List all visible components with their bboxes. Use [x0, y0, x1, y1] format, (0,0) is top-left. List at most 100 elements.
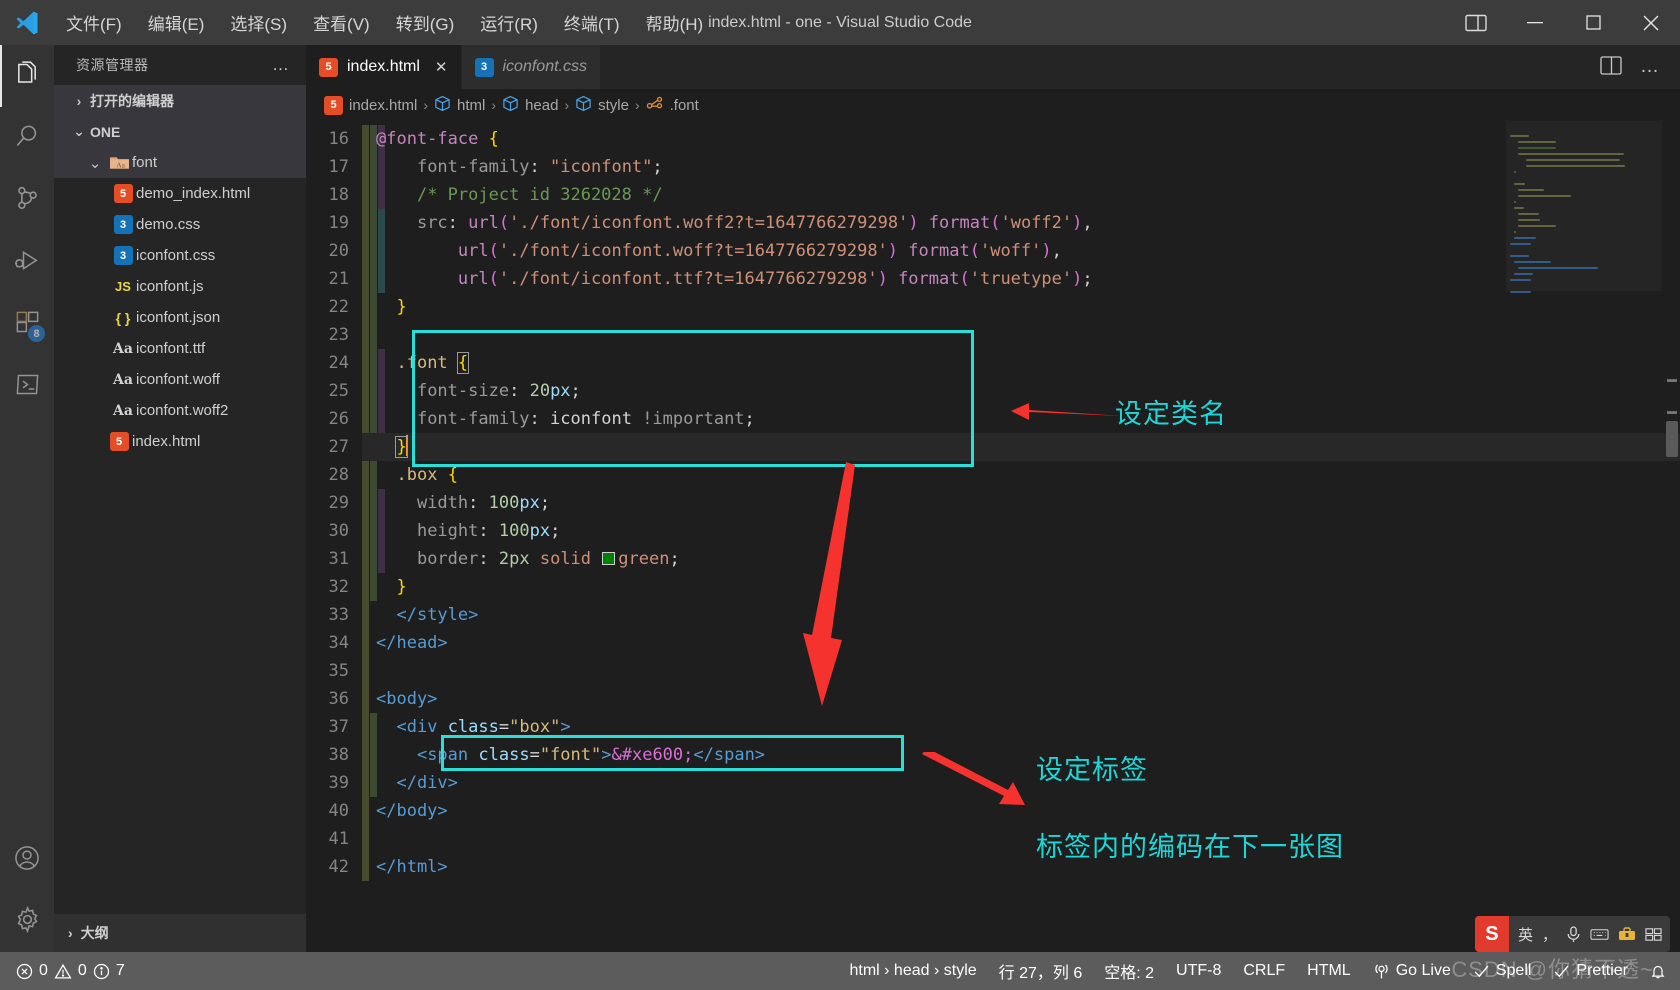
menu-bar[interactable]: 文件(F) 编辑(E) 选择(S) 查看(V) 转到(G) 运行(R) 终端(T…	[54, 5, 715, 40]
menu-terminal[interactable]: 终端(T)	[552, 5, 632, 40]
window-controls[interactable]	[1446, 0, 1680, 45]
sidebar-more-icon[interactable]: …	[272, 55, 298, 75]
close-icon[interactable]: ✕	[435, 58, 448, 76]
status-errors[interactable]: 0	[16, 962, 48, 980]
code-content[interactable]: @font-face { font-family: "iconfont"; /*…	[362, 121, 1680, 952]
more-actions-icon[interactable]: …	[1640, 56, 1660, 78]
code-line[interactable]: @font-face {	[362, 125, 1680, 153]
ime-toolbar[interactable]: S 英 ，	[1474, 916, 1670, 952]
code-line[interactable]: height: 100px;	[362, 517, 1680, 545]
split-editor-icon[interactable]	[1600, 56, 1622, 78]
tree-file-iconfont-json[interactable]: { } iconfont.json	[54, 302, 306, 333]
code-line[interactable]: font-family: iconfont !important;	[362, 405, 1680, 433]
activity-accounts[interactable]	[0, 828, 54, 890]
close-button[interactable]	[1622, 0, 1680, 45]
status-infos[interactable]: 7	[93, 962, 125, 980]
menu-selection[interactable]: 选择(S)	[218, 5, 299, 40]
code-line[interactable]: }	[362, 293, 1680, 321]
breadcrumb-item-head[interactable]: head	[502, 95, 558, 116]
code-line[interactable]: url('./font/iconfont.ttf?t=1647766279298…	[362, 265, 1680, 293]
maximize-button[interactable]	[1564, 0, 1622, 45]
status-spell[interactable]: Spell	[1473, 962, 1531, 980]
code-line[interactable]: <div class="box">	[362, 713, 1680, 741]
status-cursor-position[interactable]: 行 27，列 6	[999, 959, 1083, 983]
code-line[interactable]: border: 2px solid green;	[362, 545, 1680, 573]
breadcrumb-item-font-rule[interactable]: .font	[646, 95, 699, 115]
activity-search[interactable]	[0, 107, 54, 169]
code-line[interactable]: </head>	[362, 629, 1680, 657]
status-encoding[interactable]: UTF-8	[1176, 962, 1221, 980]
code-line[interactable]: width: 100px;	[362, 489, 1680, 517]
code-line[interactable]: </div>	[362, 769, 1680, 797]
ime-punctuation[interactable]: ，	[1542, 924, 1557, 945]
customize-layout-icon[interactable]	[1446, 0, 1506, 45]
ime-menu-icon[interactable]	[1645, 927, 1662, 942]
status-breadcrumb[interactable]: html › head › style	[849, 962, 976, 980]
menu-view[interactable]: 查看(V)	[301, 5, 382, 40]
code-line[interactable]	[362, 657, 1680, 685]
status-problems[interactable]: 0 0 7	[0, 962, 125, 980]
status-eol[interactable]: CRLF	[1243, 962, 1285, 980]
editor-tabs[interactable]: 5 index.html ✕ 3 iconfont.css …	[306, 45, 1680, 89]
code-line[interactable]: </style>	[362, 601, 1680, 629]
menu-file[interactable]: 文件(F)	[54, 5, 134, 40]
menu-edit[interactable]: 编辑(E)	[136, 5, 217, 40]
code-line[interactable]: .font {	[362, 349, 1680, 377]
code-line[interactable]: url('./font/iconfont.woff?t=164776627929…	[362, 237, 1680, 265]
menu-go[interactable]: 转到(G)	[384, 5, 467, 40]
ime-voice-icon[interactable]	[1566, 925, 1581, 943]
tree-file-iconfont-woff2[interactable]: Aa iconfont.woff2	[54, 395, 306, 426]
editor-scrollbar[interactable]	[1662, 121, 1680, 952]
code-line[interactable]: }	[362, 573, 1680, 601]
editor-actions[interactable]: …	[1600, 45, 1680, 89]
ime-mode[interactable]: 英	[1518, 924, 1533, 945]
code-editor[interactable]: 16 17 18 19 20 21 22 23 24 25 26 27 28 29 30 31 32 33 34 35…	[306, 121, 1680, 952]
tree-folder-font[interactable]: ⌄ Aa font	[54, 147, 306, 178]
activity-remote[interactable]	[0, 355, 54, 417]
tab-iconfont-css[interactable]: 3 iconfont.css	[461, 45, 601, 89]
status-warnings[interactable]: 0	[54, 962, 87, 980]
code-line[interactable]: <body>	[362, 685, 1680, 713]
menu-help[interactable]: 帮助(H)	[634, 5, 716, 40]
status-right[interactable]: html › head › style 行 27，列 6 空格: 2 UTF-8…	[849, 959, 1680, 983]
code-line[interactable]: </html>	[362, 853, 1680, 881]
code-line[interactable]: font-family: "iconfont";	[362, 153, 1680, 181]
activity-run-debug[interactable]	[0, 231, 54, 293]
tree-file-demo-index-html[interactable]: 5 demo_index.html	[54, 178, 306, 209]
activity-settings[interactable]	[0, 890, 54, 952]
activity-source-control[interactable]	[0, 169, 54, 231]
ime-keyboard-icon[interactable]	[1590, 927, 1609, 942]
tree-file-iconfont-ttf[interactable]: Aa iconfont.ttf	[54, 333, 306, 364]
outline-panel-header[interactable]: › 大纲	[54, 914, 306, 952]
minimize-button[interactable]	[1506, 0, 1564, 45]
menu-run[interactable]: 运行(R)	[468, 5, 550, 40]
tree-file-index-html[interactable]: 5 index.html	[54, 426, 306, 457]
tree-file-iconfont-woff[interactable]: Aa iconfont.woff	[54, 364, 306, 395]
tree-workspace-one[interactable]: ⌄ ONE	[54, 116, 306, 147]
code-line[interactable]: src: url('./font/iconfont.woff2?t=164776…	[362, 209, 1680, 237]
scrollbar-thumb[interactable]	[1666, 421, 1678, 457]
activity-bar[interactable]: 8	[0, 45, 54, 952]
breadcrumb[interactable]: 5 index.html › html › head › style › .fo…	[306, 89, 1680, 121]
status-prettier[interactable]: Prettier	[1553, 962, 1628, 980]
tree-file-iconfont-js[interactable]: JS iconfont.js	[54, 271, 306, 302]
code-line[interactable]: <span class="font">&#xe600;</span>	[362, 741, 1680, 769]
tree-file-iconfont-css[interactable]: 3 iconfont.css	[54, 240, 306, 271]
ime-toolbox-icon[interactable]	[1618, 926, 1636, 942]
breadcrumb-item-style[interactable]: style	[575, 95, 629, 116]
file-tree[interactable]: › 打开的编辑器 ⌄ ONE ⌄ Aa font 5 demo_index.ht…	[54, 85, 306, 914]
status-notifications[interactable]	[1650, 963, 1666, 980]
tab-index-html[interactable]: 5 index.html ✕	[306, 45, 462, 89]
breadcrumb-item-html[interactable]: html	[434, 95, 485, 116]
status-bar[interactable]: 0 0 7 html › head › style 行 27，列 6 空格: 2…	[0, 952, 1680, 990]
status-language-mode[interactable]: HTML	[1307, 962, 1351, 980]
code-line[interactable]	[362, 321, 1680, 349]
code-line[interactable]: }	[362, 433, 1680, 461]
code-line[interactable]: </body>	[362, 797, 1680, 825]
status-go-live[interactable]: Go Live	[1373, 962, 1451, 980]
activity-extensions[interactable]: 8	[0, 293, 54, 355]
code-line[interactable]: font-size: 20px;	[362, 377, 1680, 405]
code-line[interactable]: .box {	[362, 461, 1680, 489]
status-indentation[interactable]: 空格: 2	[1104, 959, 1154, 983]
code-line[interactable]: /* Project id 3262028 */	[362, 181, 1680, 209]
